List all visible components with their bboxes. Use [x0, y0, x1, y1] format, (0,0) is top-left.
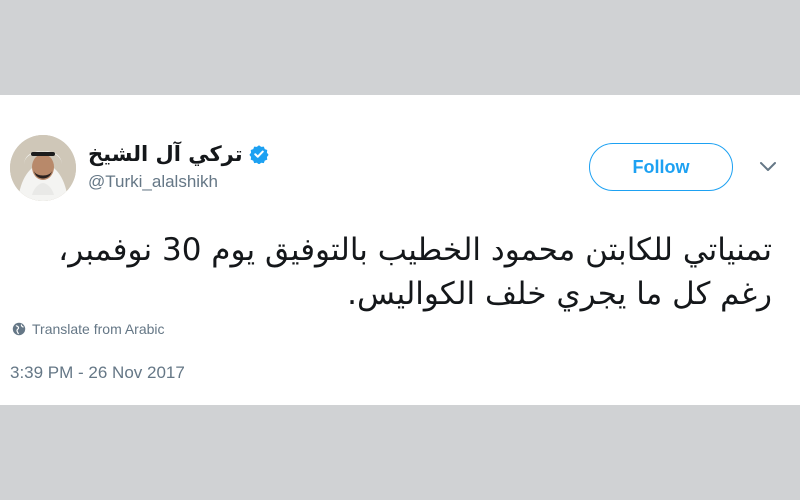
author-handle[interactable]: @Turki_alalshikh	[88, 172, 269, 192]
tweet-timestamp[interactable]: 3:39 PM - 26 Nov 2017	[10, 363, 185, 383]
author-display-name[interactable]: تركي آل الشيخ	[88, 142, 243, 166]
user-avatar-image	[10, 135, 76, 201]
chevron-down-icon[interactable]	[758, 159, 778, 175]
translate-label[interactable]: Translate from Arabic	[32, 321, 165, 337]
tweet-text: تمنياتي للكابتن محمود الخطيب بالتوفيق يو…	[58, 232, 772, 312]
translate-link[interactable]: Translate from Arabic	[12, 321, 165, 337]
tweet-card: تركي آل الشيخ @Turki_alalshikh Follow تم…	[0, 95, 800, 405]
globe-icon	[12, 322, 26, 336]
follow-button[interactable]: Follow	[589, 143, 733, 191]
verified-badge-icon	[249, 144, 269, 165]
author-info: تركي آل الشيخ @Turki_alalshikh	[88, 142, 269, 192]
avatar[interactable]	[10, 135, 76, 201]
